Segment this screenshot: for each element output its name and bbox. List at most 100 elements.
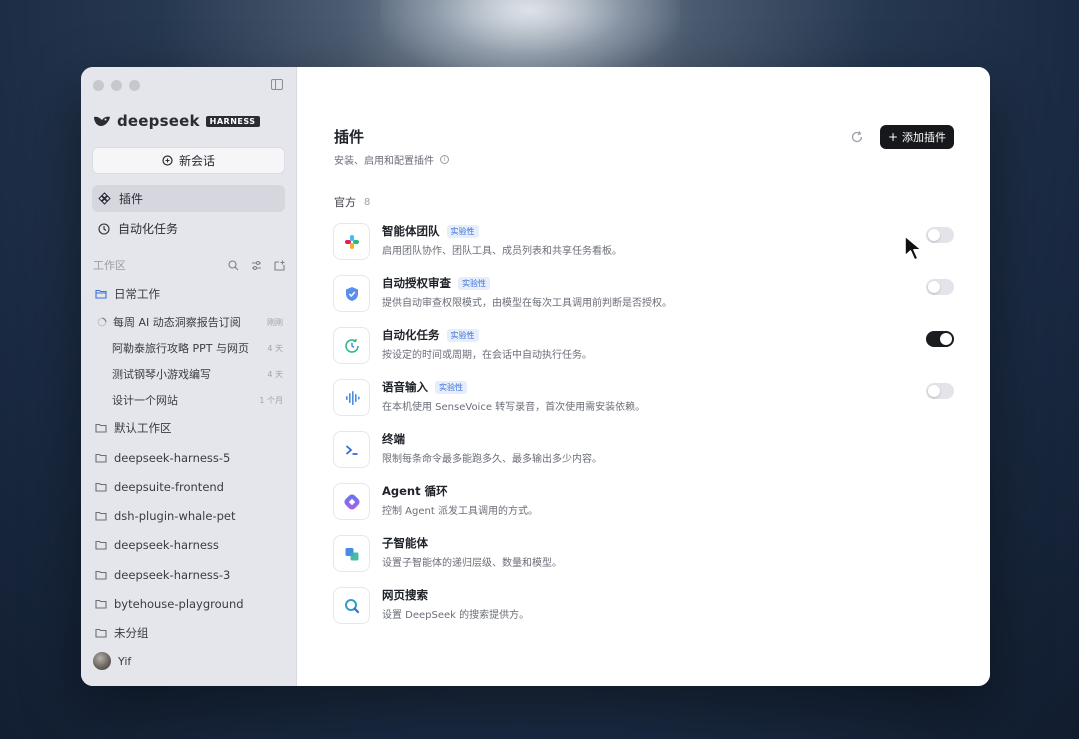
workspace-folder[interactable]: bytehouse-playground — [95, 594, 287, 614]
close-window-button[interactable] — [93, 80, 104, 91]
user-profile[interactable]: Yif — [93, 652, 131, 670]
add-plugin-button[interactable]: + 添加插件 — [880, 125, 954, 149]
subtitle-text: 安装、启用和配置插件 — [334, 156, 434, 167]
chat-item[interactable]: 每周 AI 动态洞察报告订阅 刚刚 — [97, 312, 283, 332]
workspace-header-label: 工作区 — [93, 259, 126, 272]
chat-item[interactable]: 阿勒泰旅行攻略 PPT 与网页 4 天 — [97, 338, 283, 358]
plugin-title: 终端 — [382, 432, 405, 446]
plugin-description: 启用团队协作、团队工具、成员列表和共享任务看板。 — [382, 246, 622, 257]
plugin-toggle[interactable] — [926, 279, 954, 295]
folder-icon — [95, 453, 107, 463]
folder-icon — [95, 540, 107, 550]
nav-item-plugins[interactable]: 插件 — [92, 185, 285, 212]
section-title: 官方 — [334, 196, 356, 209]
folder-label: 未分组 — [114, 626, 149, 640]
plugin-description: 在本机使用 SenseVoice 转写录音，首次使用需安装依赖。 — [382, 402, 646, 413]
search-icon[interactable] — [228, 259, 239, 271]
workspace-folder[interactable]: deepseek-harness — [95, 535, 287, 555]
workspace-folder[interactable]: deepsuite-frontend — [95, 477, 287, 497]
filter-icon[interactable] — [251, 260, 262, 271]
clock-icon — [333, 327, 370, 364]
chat-title: 阿勒泰旅行攻略 PPT 与网页 — [112, 342, 249, 355]
plugin-name: 子智能体 — [382, 535, 428, 551]
nav-item-automation[interactable]: 自动化任务 — [92, 215, 285, 242]
user-name: Yif — [118, 654, 132, 668]
plus-icon: + — [887, 130, 899, 144]
plugin-name: 智能体团队 实验性 — [382, 223, 479, 239]
folder-label: 默认工作区 — [114, 421, 172, 435]
plugin-description: 提供自动审查权限模式，由模型在每次工具调用前判断是否授权。 — [382, 298, 672, 309]
experimental-badge: 实验性 — [435, 380, 467, 394]
mouse-cursor-icon — [904, 235, 923, 261]
workspace-header: 工作区 — [93, 257, 285, 273]
brand-tag: HARNESS — [205, 115, 260, 127]
experimental-badge: 实验性 — [446, 224, 479, 238]
chat-time: 4 天 — [267, 369, 283, 379]
folder-open-icon — [95, 289, 107, 299]
workspace-folder[interactable]: deepseek-harness-5 — [95, 448, 287, 468]
nav-item-label: 自动化任务 — [118, 222, 179, 236]
plugin-description: 设置子智能体的递归层级、数量和模型。 — [382, 558, 562, 569]
whale-logo-icon — [94, 116, 110, 126]
plugin-row-automation[interactable]: 自动化任务 实验性 按设定的时间或周期，在会话中自动执行任务。 — [333, 323, 955, 367]
plugin-title: 网页搜索 — [382, 588, 428, 602]
maximize-window-button[interactable] — [129, 80, 140, 91]
folder-label: deepsuite-frontend — [114, 480, 224, 494]
chat-title: 设计一个网站 — [112, 394, 178, 407]
plugin-row-auto-approval[interactable]: 自动授权审查 实验性 提供自动审查权限模式，由模型在每次工具调用前判断是否授权。 — [333, 271, 955, 315]
chat-plus-icon — [162, 155, 173, 166]
folder-label: deepseek-harness-5 — [114, 451, 231, 465]
workspace-folder[interactable]: deepseek-harness-3 — [95, 565, 287, 585]
add-plugin-label: 添加插件 — [902, 131, 947, 144]
new-chat-label: 新会话 — [178, 154, 215, 168]
plugin-icon — [98, 192, 111, 205]
refresh-icon[interactable] — [850, 130, 864, 144]
folder-icon — [95, 628, 107, 638]
workspace-folder[interactable]: 未分组 — [95, 623, 287, 643]
minimize-window-button[interactable] — [111, 80, 122, 91]
chat-title: 测试钢琴小游戏编写 — [112, 368, 211, 381]
terminal-icon — [333, 431, 370, 468]
plugin-toggle[interactable] — [926, 383, 954, 399]
plugin-title: 智能体团队 — [382, 224, 440, 238]
folder-label: deepseek-harness — [114, 538, 219, 552]
chat-time: 刚刚 — [267, 317, 283, 327]
plugin-title: Agent 循环 — [382, 484, 448, 498]
plugin-description: 控制 Agent 派发工具调用的方式。 — [382, 506, 538, 517]
new-chat-button[interactable]: 新会话 — [92, 147, 285, 174]
plugin-row-agent-team[interactable]: 智能体团队 实验性 启用团队协作、团队工具、成员列表和共享任务看板。 — [333, 219, 955, 263]
plugin-row-subagent[interactable]: 子智能体 设置子智能体的递归层级、数量和模型。 — [333, 531, 955, 575]
workspace-folder[interactable]: 默认工作区 — [95, 418, 287, 438]
sidebar-toggle-icon[interactable] — [271, 79, 283, 90]
workspace-folder-daily[interactable]: 日常工作 — [95, 284, 287, 304]
plugin-toggle[interactable] — [926, 227, 954, 243]
plugin-toggle[interactable] — [926, 331, 954, 347]
chat-title: 每周 AI 动态洞察报告订阅 — [113, 316, 241, 329]
plugin-name: 语音输入 实验性 — [382, 379, 467, 395]
chat-item[interactable]: 测试钢琴小游戏编写 4 天 — [97, 364, 283, 384]
chat-time: 4 天 — [267, 343, 283, 353]
folder-icon — [95, 511, 107, 521]
plugin-title: 自动授权审查 — [382, 276, 451, 290]
app-window: deepseek HARNESS 新会话 插件 自动化任务 工作区 日常工作 每… — [81, 67, 990, 686]
plugin-row-voice-input[interactable]: 语音输入 实验性 在本机使用 SenseVoice 转写录音，首次使用需安装依赖… — [333, 375, 955, 419]
folder-label: 日常工作 — [114, 287, 160, 301]
new-folder-icon[interactable] — [274, 260, 285, 271]
info-icon[interactable]: i — [440, 155, 449, 164]
workspace-folder[interactable]: dsh-plugin-whale-pet — [95, 506, 287, 526]
plugin-name: 自动授权审查 实验性 — [382, 275, 490, 291]
nav-item-label: 插件 — [119, 192, 144, 206]
clock-icon — [98, 222, 110, 235]
plugin-row-web-search[interactable]: 网页搜索 设置 DeepSeek 的搜索提供方。 — [333, 583, 955, 627]
team-icon — [333, 223, 370, 260]
folder-icon — [95, 599, 107, 609]
avatar — [93, 652, 111, 670]
plugin-title: 语音输入 — [382, 380, 428, 394]
plugin-description: 按设定的时间或周期，在会话中自动执行任务。 — [382, 350, 592, 361]
experimental-badge: 实验性 — [446, 328, 479, 342]
plugin-row-agent-loop[interactable]: Agent 循环 控制 Agent 派发工具调用的方式。 — [333, 479, 955, 523]
folder-icon — [95, 570, 107, 580]
chat-item[interactable]: 设计一个网站 1 个月 — [97, 390, 283, 410]
plugin-row-terminal[interactable]: 终端 限制每条命令最多能跑多久、最多输出多少内容。 — [333, 427, 955, 471]
section-count: 8 — [364, 196, 371, 208]
